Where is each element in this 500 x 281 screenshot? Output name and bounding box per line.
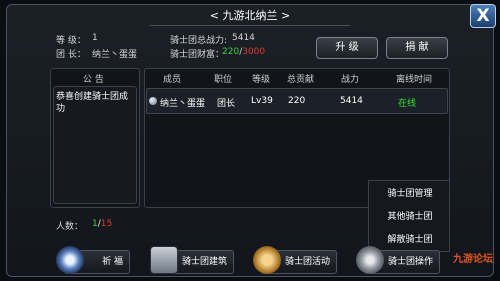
guild-operation-label: 骑士团操作 bbox=[387, 257, 433, 267]
wealth-max: 3000 bbox=[242, 47, 266, 57]
activity-icon bbox=[253, 246, 281, 274]
member-contribution: 220 bbox=[288, 96, 306, 106]
guild-building-label: 骑士团建筑 bbox=[181, 257, 227, 267]
operation-menu: 骑士团管理 其他骑士团 解散骑士团 bbox=[368, 180, 450, 252]
member-position: 团长 bbox=[217, 99, 236, 109]
wealth-current: 220 bbox=[222, 47, 240, 57]
donate-button[interactable]: 捐 献 bbox=[386, 37, 448, 59]
power-value: 5414 bbox=[232, 33, 255, 43]
member-count-label: 人数： bbox=[56, 222, 84, 232]
wealth-value: 220/3000 bbox=[222, 47, 265, 57]
level-value: 1 bbox=[92, 33, 98, 43]
column-header-power: 战力 bbox=[341, 75, 360, 85]
member-power: 5414 bbox=[340, 96, 363, 106]
member-count-max: 15 bbox=[100, 219, 113, 229]
gear-icon bbox=[356, 246, 384, 274]
menu-item-other-guilds[interactable]: 其他骑士团 bbox=[369, 206, 451, 228]
menu-item-guild-management[interactable]: 骑士团管理 bbox=[369, 183, 451, 205]
leader-value: 纳兰丶蛋蛋 bbox=[92, 50, 138, 60]
guild-activity-label: 骑士团活动 bbox=[284, 257, 330, 267]
building-icon bbox=[150, 246, 178, 274]
member-name: 纳兰丶蛋蛋 bbox=[160, 99, 206, 109]
member-level: Lv39 bbox=[251, 96, 273, 106]
window-title: < 九游北纳兰 > bbox=[150, 6, 350, 26]
pray-label: 祈 福 bbox=[102, 257, 123, 267]
column-header-contribution: 总贡献 bbox=[287, 75, 315, 85]
member-selector-icon bbox=[149, 97, 157, 105]
notice-text: 恭喜创建骑士团成功 bbox=[56, 92, 129, 114]
leader-label: 团 长： bbox=[56, 50, 86, 60]
column-header-member: 成员 bbox=[163, 75, 182, 85]
pray-icon bbox=[56, 246, 84, 274]
menu-item-disband-guild[interactable]: 解散骑士团 bbox=[369, 229, 451, 251]
notice-header: 公 告 bbox=[83, 75, 104, 85]
power-label: 骑士团总战力: bbox=[170, 36, 228, 46]
wealth-label: 骑士团财富： bbox=[170, 50, 225, 60]
column-header-position: 职位 bbox=[214, 75, 233, 85]
member-count: 1/15 bbox=[92, 219, 112, 229]
watermark-logo: 九游论坛 bbox=[453, 254, 493, 265]
close-button[interactable]: X bbox=[470, 4, 496, 28]
member-status: 在线 bbox=[398, 99, 417, 109]
column-header-level: 等级 bbox=[252, 75, 271, 85]
column-header-offline-time: 离线时间 bbox=[396, 75, 433, 85]
upgrade-button[interactable]: 升 级 bbox=[316, 37, 378, 59]
level-label: 等 级： bbox=[56, 36, 86, 46]
